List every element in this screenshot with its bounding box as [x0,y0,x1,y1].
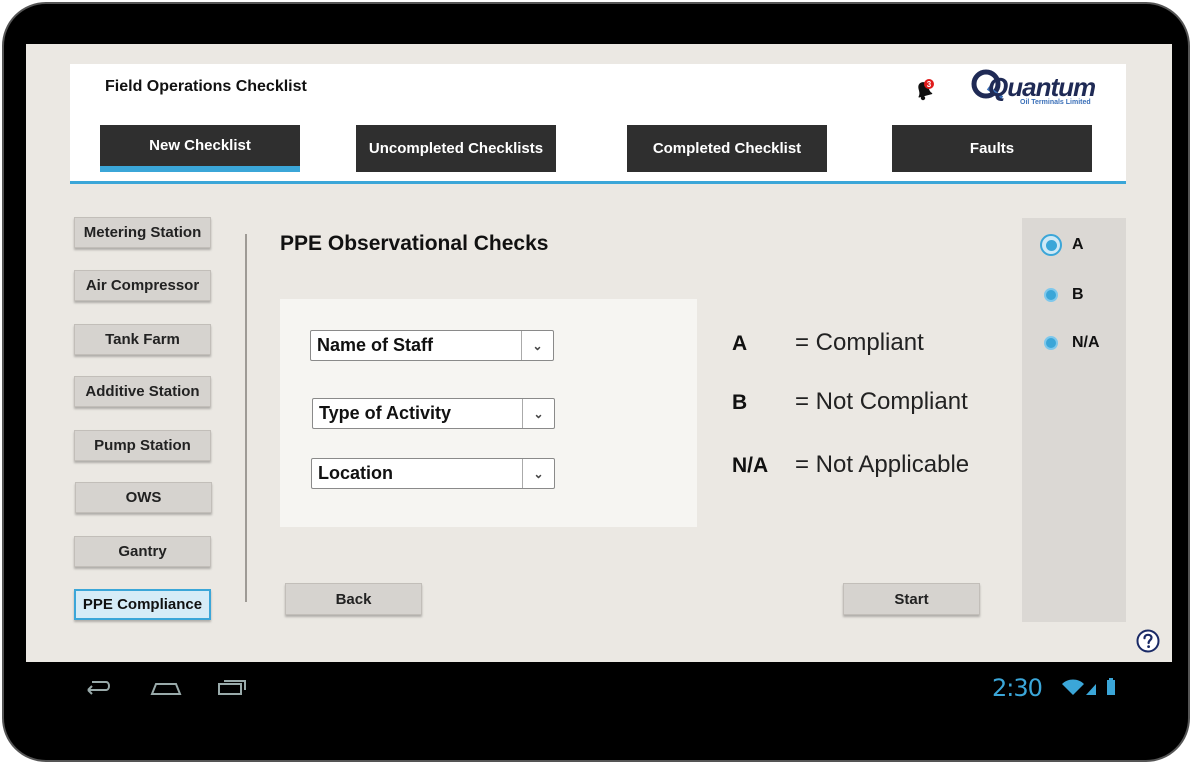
legend-key-na: N/A [732,454,769,477]
rating-option-label: N/A [1072,334,1100,351]
rating-option-b[interactable]: B [1044,286,1084,304]
legend-value-b: = Not Compliant [795,388,968,415]
sidebar-item-air-compressor[interactable]: Air Compressor [74,270,211,301]
rating-option-label: B [1072,286,1084,303]
back-nav-icon[interactable] [82,676,114,700]
status-bar: 2:30 [992,674,1043,702]
recents-nav-icon[interactable] [216,676,248,700]
rating-panel: A B N/A [1022,218,1126,622]
form-panel: Name of Staff ⌄ Type of Activity ⌄ Locat… [280,299,697,527]
tab-uncompleted-checklists[interactable]: Uncompleted Checklists [356,125,556,172]
legend-key-b: B [732,391,748,414]
chevron-down-icon: ⌄ [521,331,553,360]
company-logo: Quantum Oil Terminals Limited [968,66,1096,110]
radio-icon [1044,288,1058,302]
app-screen: Field Operations Checklist 3 Quantum Oil… [26,44,1172,662]
activity-type-select[interactable]: Type of Activity ⌄ [312,398,555,429]
help-icon[interactable] [1136,629,1160,653]
clock-time: 2:30 [992,674,1043,702]
tab-faults[interactable]: Faults [892,125,1092,172]
legend-value-a: = Compliant [795,329,924,356]
chevron-down-icon: ⌄ [522,459,554,488]
back-button[interactable]: Back [285,583,422,615]
rating-option-na[interactable]: N/A [1044,334,1100,352]
logo-subtitle: Oil Terminals Limited [1020,99,1091,106]
radio-selected-icon [1040,234,1062,256]
page-title: PPE Observational Checks [280,232,549,255]
staff-name-select-value: Name of Staff [317,335,434,355]
status-icons [1060,676,1120,698]
radio-icon [1044,336,1058,350]
rating-option-a[interactable]: A [1040,234,1084,256]
tab-new-checklist[interactable]: New Checklist [100,125,300,172]
location-select[interactable]: Location ⌄ [311,458,555,489]
sidebar-item-ows[interactable]: OWS [75,482,212,513]
app-title: Field Operations Checklist [105,78,307,95]
app-header: Field Operations Checklist 3 Quantum Oil… [70,64,1126,184]
legend-key-a: A [732,332,748,355]
sidebar-item-pump-station[interactable]: Pump Station [74,430,211,461]
wifi-signal-battery-icon [1062,678,1115,695]
tab-completed-checklist[interactable]: Completed Checklist [627,125,827,172]
sidebar-item-tank-farm[interactable]: Tank Farm [74,324,211,355]
legend-value-na: = Not Applicable [795,451,970,478]
staff-name-select[interactable]: Name of Staff ⌄ [310,330,554,361]
sidebar-item-additive-station[interactable]: Additive Station [74,376,211,407]
chevron-down-icon: ⌄ [522,399,554,428]
start-button[interactable]: Start [843,583,980,615]
sidebar-item-ppe-compliance[interactable]: PPE Compliance [74,589,211,620]
sidebar-divider [245,234,247,602]
notification-count: 3 [927,80,932,89]
tablet-frame: Field Operations Checklist 3 Quantum Oil… [2,2,1190,762]
location-select-value: Location [318,463,393,483]
notification-bell-icon[interactable]: 3 [912,78,936,102]
activity-type-select-value: Type of Activity [319,403,452,423]
sidebar-item-metering-station[interactable]: Metering Station [74,217,211,248]
home-nav-icon[interactable] [148,676,184,700]
rating-option-label: A [1072,236,1084,253]
sidebar-item-gantry[interactable]: Gantry [74,536,211,567]
